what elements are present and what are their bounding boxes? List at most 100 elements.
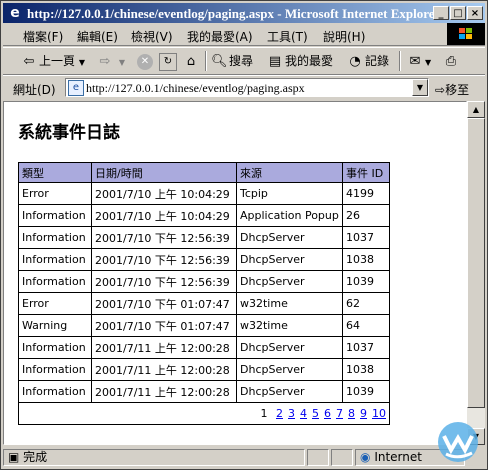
history-label: 記錄 bbox=[365, 54, 390, 68]
pager-link[interactable]: 8 bbox=[348, 407, 355, 420]
address-dropdown-icon[interactable]: ▼ bbox=[412, 79, 428, 96]
page-title: 系統事件日誌 bbox=[18, 123, 120, 143]
refresh-button[interactable]: ↻ bbox=[159, 52, 179, 71]
forward-dropdown-icon[interactable]: ▼ bbox=[119, 58, 125, 67]
mail-button[interactable]: ✉ ▼ bbox=[407, 52, 432, 70]
search-label: 搜尋 bbox=[229, 54, 254, 68]
cell-event-id: 1037 bbox=[342, 226, 390, 249]
go-button[interactable]: ⇨移至 bbox=[435, 81, 469, 98]
table-row: Information 2001/7/11 上午 12:00:28 DhcpServ… bbox=[18, 336, 390, 359]
browser-window: e http://127.0.0.1/chinese/eventlog/pagi… bbox=[0, 0, 488, 470]
ie-icon: e bbox=[10, 5, 20, 21]
cell-type: Information bbox=[18, 270, 92, 293]
cell-source: DhcpServer bbox=[236, 380, 343, 403]
pager-link[interactable]: 6 bbox=[324, 407, 331, 420]
toolbar-separator bbox=[205, 51, 207, 71]
close-button[interactable]: × bbox=[467, 6, 483, 20]
table-row: Information 2001/7/10 下午 12:56:39 DhcpServ… bbox=[18, 226, 390, 249]
cell-event-id: 1039 bbox=[342, 380, 390, 403]
mail-icon: ✉ bbox=[409, 53, 421, 69]
cell-datetime: 2001/7/10 下午 12:56:39 bbox=[91, 270, 237, 293]
table-row: Information 2001/7/11 上午 12:00:28 DhcpServ… bbox=[18, 358, 390, 381]
back-label: 上一頁 bbox=[39, 54, 76, 68]
address-input[interactable]: e http://127.0.0.1/chinese/eventlog/pagi… bbox=[65, 78, 429, 97]
favorites-label: 我的最愛 bbox=[285, 54, 334, 68]
menu-view[interactable]: 檢視(V) bbox=[131, 28, 173, 45]
windows-logo bbox=[447, 23, 485, 45]
table-row: Information 2001/7/11 上午 12:00:28 DhcpServ… bbox=[18, 380, 390, 403]
cell-source: DhcpServer bbox=[236, 226, 343, 249]
pager-link[interactable]: 7 bbox=[336, 407, 343, 420]
watermark-logo-icon bbox=[438, 422, 478, 462]
cell-source: w32time bbox=[236, 314, 343, 337]
back-dropdown-icon[interactable]: ▼ bbox=[79, 58, 85, 67]
print-icon: ⎙ bbox=[445, 53, 457, 69]
table-row: Information 2001/7/10 下午 12:56:39 DhcpServ… bbox=[18, 248, 390, 271]
cell-type: Information bbox=[18, 248, 92, 271]
menu-file[interactable]: 檔案(F) bbox=[23, 28, 63, 45]
page-content: 系統事件日誌 類型 日期/時間 來源 事件 ID Error 2001/7/10 … bbox=[3, 101, 467, 445]
cell-event-id: 1039 bbox=[342, 270, 390, 293]
cell-event-id: 1037 bbox=[342, 336, 390, 359]
history-icon: ◔ bbox=[349, 53, 361, 69]
status-pane-blank bbox=[331, 449, 353, 466]
back-button[interactable]: ⇦ 上一頁 ▼ bbox=[21, 52, 85, 70]
cell-event-id: 4199 bbox=[342, 182, 390, 205]
pager-link[interactable]: 2 bbox=[276, 407, 283, 420]
pager-link[interactable]: 9 bbox=[360, 407, 367, 420]
cell-source: w32time bbox=[236, 292, 343, 315]
minimize-button[interactable]: _ bbox=[433, 6, 449, 20]
table-row: Error 2001/7/10 下午 01:07:47 w32time 62 bbox=[18, 292, 390, 315]
search-button[interactable]: 🔍︎搜尋 bbox=[211, 52, 253, 70]
cell-type: Information bbox=[18, 226, 92, 249]
cell-source: DhcpServer bbox=[236, 358, 343, 381]
go-label: 移至 bbox=[445, 83, 470, 97]
column-header-event-id: 事件 ID bbox=[342, 162, 390, 183]
column-header-datetime: 日期/時間 bbox=[91, 162, 237, 183]
menu-help[interactable]: 說明(H) bbox=[323, 28, 365, 45]
favorites-icon: ▤ bbox=[268, 53, 282, 69]
pager-link[interactable]: 5 bbox=[312, 407, 319, 420]
cell-datetime: 2001/7/10 下午 12:56:39 bbox=[91, 248, 237, 271]
stop-button[interactable]: ✕ bbox=[137, 52, 155, 70]
address-bar: 網址(D) e http://127.0.0.1/chinese/eventlo… bbox=[3, 75, 485, 100]
cell-event-id: 62 bbox=[342, 292, 390, 315]
print-button[interactable]: ⎙ bbox=[443, 52, 461, 70]
pager-link[interactable]: 3 bbox=[288, 407, 295, 420]
status-bar: ▣ 完成 ◉ Internet bbox=[3, 447, 485, 467]
cell-datetime: 2001/7/11 上午 12:00:28 bbox=[91, 358, 237, 381]
pager: 1 2 3 4 5 6 7 8 9 10 bbox=[18, 402, 390, 425]
history-button[interactable]: ◔ 記錄 bbox=[347, 52, 389, 70]
menu-edit[interactable]: 編輯(E) bbox=[77, 28, 118, 45]
home-icon: ⌂ bbox=[186, 53, 196, 69]
cell-type: Information bbox=[18, 204, 92, 227]
cell-event-id: 1038 bbox=[342, 358, 390, 381]
favorites-button[interactable]: ▤ 我的最愛 bbox=[267, 52, 333, 70]
cell-datetime: 2001/7/10 上午 10:04:29 bbox=[91, 182, 237, 205]
menu-favorites[interactable]: 我的最愛(A) bbox=[187, 28, 253, 45]
table-row: Error 2001/7/10 上午 10:04:29 Tcpip 4199 bbox=[18, 182, 390, 205]
cell-source: Application Popup bbox=[236, 204, 343, 227]
globe-icon: ◉ bbox=[360, 450, 371, 464]
mail-dropdown-icon[interactable]: ▼ bbox=[425, 58, 431, 67]
scroll-thumb[interactable] bbox=[467, 118, 485, 408]
menu-tools[interactable]: 工具(T) bbox=[267, 28, 308, 45]
stop-icon: ✕ bbox=[137, 53, 153, 70]
vertical-scrollbar[interactable]: ▲ ▼ bbox=[467, 101, 485, 445]
cell-type: Information bbox=[18, 336, 92, 359]
windows-flag-icon bbox=[459, 28, 472, 39]
address-url: http://127.0.0.1/chinese/eventlog/paging… bbox=[86, 81, 305, 95]
table-row: Warning 2001/7/10 下午 01:07:47 w32time 64 bbox=[18, 314, 390, 337]
forward-button[interactable]: ⇨ ▼ bbox=[97, 52, 125, 70]
home-button[interactable]: ⌂ bbox=[183, 52, 201, 70]
menu-bar: 檔案(F) 編輯(E) 檢視(V) 我的最愛(A) 工具(T) 說明(H) bbox=[3, 25, 485, 46]
address-label: 網址(D) bbox=[13, 83, 56, 97]
title-bar[interactable]: e http://127.0.0.1/chinese/eventlog/pagi… bbox=[3, 3, 485, 23]
pager-link[interactable]: 10 bbox=[372, 407, 386, 420]
cell-datetime: 2001/7/10 下午 01:07:47 bbox=[91, 292, 237, 315]
refresh-icon: ↻ bbox=[159, 52, 177, 71]
maximize-button[interactable]: □ bbox=[450, 6, 466, 20]
pager-link[interactable]: 4 bbox=[300, 407, 307, 420]
scroll-up-icon[interactable]: ▲ bbox=[467, 101, 485, 118]
event-log-table: 類型 日期/時間 來源 事件 ID Error 2001/7/10 上午 10:0… bbox=[18, 162, 390, 425]
